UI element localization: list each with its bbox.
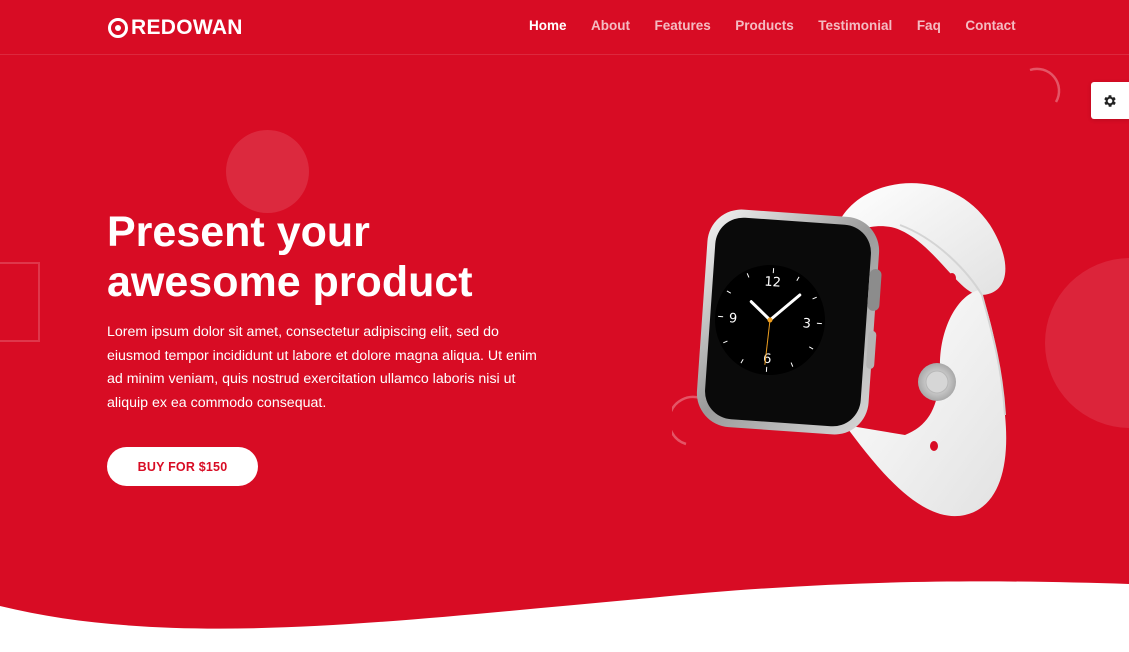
dial-number-12: 12 — [764, 275, 782, 291]
nav-item-contact[interactable]: Contact — [965, 18, 1015, 33]
dial-number-3: 3 — [802, 316, 811, 332]
hero-section: REDOWAN Home About Features Products Tes… — [0, 0, 1129, 652]
nav-item-features[interactable]: Features — [655, 18, 711, 33]
brand-name: REDOWAN — [131, 16, 243, 39]
decorative-arc — [1029, 67, 1061, 103]
decorative-square — [0, 262, 40, 342]
nav-item-products[interactable]: Products — [735, 18, 794, 33]
hero-description: Lorem ipsum dolor sit amet, consectetur … — [107, 324, 537, 411]
target-icon — [107, 17, 129, 39]
dial-number-6: 6 — [763, 352, 772, 368]
dial-number-9: 9 — [728, 311, 737, 327]
nav-item-about[interactable]: About — [591, 18, 630, 33]
smartwatch-image: 12 3 6 9 — [696, 183, 1007, 517]
nav-item-testimonial[interactable]: Testimonial — [818, 18, 892, 33]
decorative-circle — [226, 130, 309, 213]
hero-title: Present your awesome product — [107, 208, 473, 306]
decorative-circle — [1045, 258, 1129, 428]
brand-logo[interactable]: REDOWAN — [107, 14, 243, 42]
main-nav: Home About Features Products Testimonial… — [529, 18, 1040, 33]
gear-icon — [1104, 94, 1116, 107]
buy-button[interactable]: BUY FOR $150 — [107, 447, 258, 486]
nav-item-home[interactable]: Home — [529, 18, 567, 33]
nav-item-faq[interactable]: Faq — [917, 18, 941, 33]
bottom-wave — [0, 581, 1129, 652]
settings-button[interactable] — [1091, 82, 1129, 119]
header: REDOWAN Home About Features Products Tes… — [0, 0, 1129, 55]
